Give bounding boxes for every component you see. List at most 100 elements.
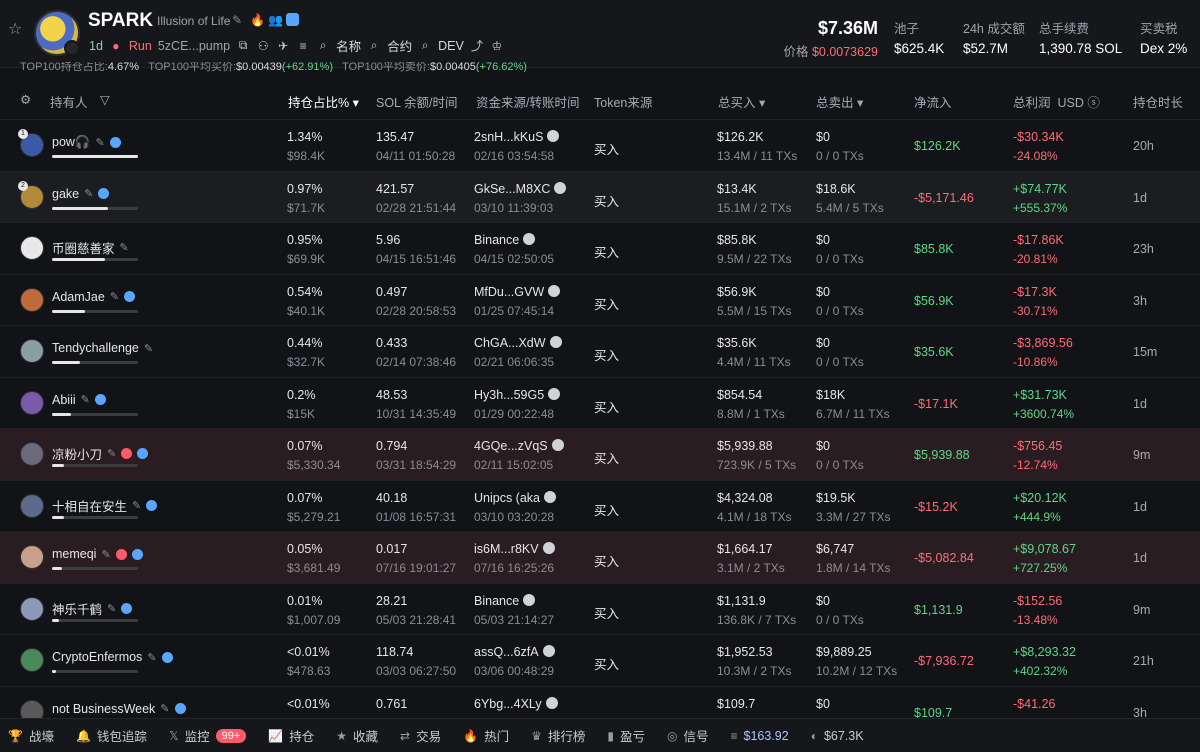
list-icon[interactable]: ≡ — [296, 39, 310, 53]
share-icon[interactable]: ⤴ — [470, 39, 484, 53]
filter-settings-icon[interactable]: ⚙ — [20, 92, 31, 107]
currency-toggle[interactable]: USD — [1057, 96, 1083, 110]
edit-icon[interactable]: ✎ — [160, 702, 169, 715]
fund-source[interactable]: MfDu...GVW — [474, 284, 561, 299]
table-row[interactable]: 凉粉小刀 ✎ 0.07% $5,330.34 0.794 03/31 18:54… — [0, 429, 1200, 481]
col-fund-source[interactable]: 资金来源/转账时间 — [476, 92, 579, 111]
bottom-item-signal[interactable]: ◎ 信号 — [667, 726, 709, 745]
col-net-inflow[interactable]: 净流入 — [914, 92, 952, 111]
bottom-item-fire[interactable]: 🔥 热门 — [463, 726, 509, 745]
holder-name[interactable]: AdamJae ✎ — [52, 290, 136, 304]
bottom-item-trophy[interactable]: 🏆 战壕 — [8, 726, 54, 745]
hold-value: $5,330.34 — [287, 458, 341, 472]
col-total-pnl[interactable]: 总利润 USD ⓢ — [1013, 92, 1100, 111]
fund-source[interactable]: 6Ybg...4XLy — [474, 696, 558, 711]
total-pnl-pct: +402.32% — [1013, 664, 1068, 678]
edit-icon[interactable]: ✎ — [132, 499, 141, 512]
col-holder[interactable]: 持有人 — [50, 92, 88, 111]
edit-icon[interactable]: ✎ — [110, 290, 119, 303]
contract-address[interactable]: 5zCE...pump — [158, 39, 230, 53]
verified-icon — [109, 137, 121, 148]
fund-source[interactable]: Binance — [474, 593, 536, 608]
people-icon[interactable]: ⚇ — [256, 39, 270, 53]
currency-icon[interactable]: ⓢ — [1087, 96, 1100, 110]
source-icon — [542, 542, 555, 554]
search-icon[interactable]: ⌕ — [316, 38, 330, 53]
edit-icon[interactable]: ✎ — [107, 447, 116, 460]
bottom-item-rank[interactable]: ♛ 排行榜 — [531, 726, 585, 745]
bottom-item-swap[interactable]: ⇄ 交易 — [400, 726, 441, 745]
edit-icon[interactable]: ✎ — [144, 342, 153, 355]
edit-icon[interactable]: ✎ — [84, 187, 93, 200]
holder-name[interactable]: 币圈慈善家 ✎ — [52, 238, 129, 257]
token-name: SPARK — [88, 10, 154, 31]
table-row[interactable]: 神乐千鹤 ✎ 0.01% $1,007.09 28.21 05/03 21:28… — [0, 584, 1200, 635]
edit-icon[interactable]: ✎ — [232, 13, 245, 27]
holder-name[interactable]: Abiii ✎ — [52, 393, 106, 407]
table-row[interactable]: memeqi ✎ 0.05% $3,681.49 0.017 07/16 19:… — [0, 532, 1200, 584]
holder-name[interactable]: Tendychallenge ✎ — [52, 341, 153, 355]
fund-source[interactable]: 4GQe...zVqS — [474, 439, 564, 453]
holder-name[interactable]: 十相自在安生 ✎ — [52, 496, 158, 515]
holder-name[interactable]: not BusinessWeek ✎ — [52, 702, 186, 716]
table-row[interactable]: 币圈慈善家 ✎ 0.95% $69.9K 5.96 04/15 16:51:46… — [0, 223, 1200, 275]
total-buy-sub: 4.1M / 18 TXs — [717, 509, 792, 524]
bottom-item-pill[interactable]: ◐ $67.3K — [811, 729, 864, 743]
edit-icon[interactable]: ✎ — [120, 241, 129, 254]
copy-icon[interactable]: ⧉ — [236, 38, 250, 53]
col-duration[interactable]: 持仓时长 — [1133, 92, 1183, 111]
bottom-item-pnl[interactable]: ▮ 盈亏 — [607, 726, 645, 745]
token-source: 买入 — [594, 606, 620, 621]
star-icon: ★ — [336, 728, 348, 743]
fund-source[interactable]: 2snH...kKuS — [474, 130, 560, 144]
holding-bar-fill — [52, 464, 65, 467]
fund-source[interactable]: assQ...6zfA — [474, 645, 555, 659]
name-search-button[interactable]: 名称 — [336, 36, 361, 55]
fund-source[interactable]: GkSe...M8XC — [474, 181, 567, 196]
holder-name[interactable]: CryptoEnfermos ✎ — [52, 650, 173, 664]
total-pnl: -$17.3K — [1013, 284, 1057, 299]
col-hold-pct[interactable]: 持仓占比% ▾ — [288, 92, 359, 111]
col-token-source[interactable]: Token来源 — [594, 92, 652, 111]
crown-icon[interactable]: ♔ — [490, 39, 504, 53]
col-sol-balance[interactable]: SOL 余额/时间 — [376, 92, 458, 111]
holder-name[interactable]: pow🎧 ✎ — [52, 135, 121, 150]
holder-name[interactable]: memeqi ✎ — [52, 547, 143, 561]
holder-name[interactable]: gake ✎ — [52, 187, 110, 201]
holder-name[interactable]: 凉粉小刀 ✎ — [52, 444, 149, 463]
bottom-item-chart[interactable]: 📈 持仓 — [268, 726, 314, 745]
col-total-sell[interactable]: 总卖出 ▾ — [816, 92, 863, 111]
search-icon[interactable]: ⌕ — [418, 38, 432, 53]
col-total-buy[interactable]: 总买入 ▾ — [718, 92, 765, 111]
favorite-star-icon[interactable]: ☆ — [8, 22, 24, 38]
table-row[interactable]: Abiii ✎ 0.2% $15K 48.53 10/31 14:35:49 H… — [0, 378, 1200, 429]
search-icon[interactable]: ⌕ — [367, 38, 381, 53]
edit-icon[interactable]: ✎ — [147, 651, 156, 664]
table-row[interactable]: 十相自在安生 ✎ 0.07% $5,279.21 40.18 01/08 16:… — [0, 481, 1200, 532]
bottom-item-sol[interactable]: ≡ $163.92 — [731, 729, 789, 743]
bottom-item-star[interactable]: ★ 收藏 — [336, 726, 378, 745]
fund-source[interactable]: ChGA...XdW — [474, 336, 562, 350]
contract-search-button[interactable]: 合约 — [387, 36, 412, 55]
bottom-item-bell[interactable]: 🔔 钱包追踪 — [76, 726, 147, 745]
fund-source[interactable]: Binance — [474, 233, 536, 247]
edit-icon[interactable]: ✎ — [107, 602, 116, 615]
fund-source[interactable]: is6M...r8KV — [474, 542, 555, 556]
holding-bar — [52, 515, 138, 519]
dev-search-button[interactable]: DEV — [438, 39, 464, 53]
table-row[interactable]: AdamJae ✎ 0.54% $40.1K 0.497 02/28 20:58… — [0, 275, 1200, 326]
rank-icon: ♛ — [531, 728, 542, 743]
bottom-item-x[interactable]: 𝕏 监控 99+ — [169, 726, 247, 745]
edit-icon[interactable]: ✎ — [101, 548, 110, 561]
fund-source[interactable]: Unipcs (aka — [474, 490, 556, 505]
table-row[interactable]: 1 pow🎧 ✎ 1.34% $98.4K 135.47 04/11 01:50… — [0, 120, 1200, 172]
table-row[interactable]: 2 gake ✎ 0.97% $71.7K 421.57 02/28 21:51… — [0, 171, 1200, 223]
edit-icon[interactable]: ✎ — [81, 393, 90, 406]
edit-icon[interactable]: ✎ — [96, 136, 105, 149]
table-row[interactable]: Tendychallenge ✎ 0.44% $32.7K 0.433 02/1… — [0, 326, 1200, 378]
table-row[interactable]: CryptoEnfermos ✎ <0.01% $478.63 118.74 0… — [0, 635, 1200, 687]
telegram-icon[interactable]: ✈ — [276, 39, 290, 53]
holder-name[interactable]: 神乐千鹤 ✎ — [52, 599, 133, 618]
fund-source[interactable]: Hy3h...59G5 — [474, 387, 561, 402]
filter-icon[interactable]: ▽ — [100, 92, 110, 107]
